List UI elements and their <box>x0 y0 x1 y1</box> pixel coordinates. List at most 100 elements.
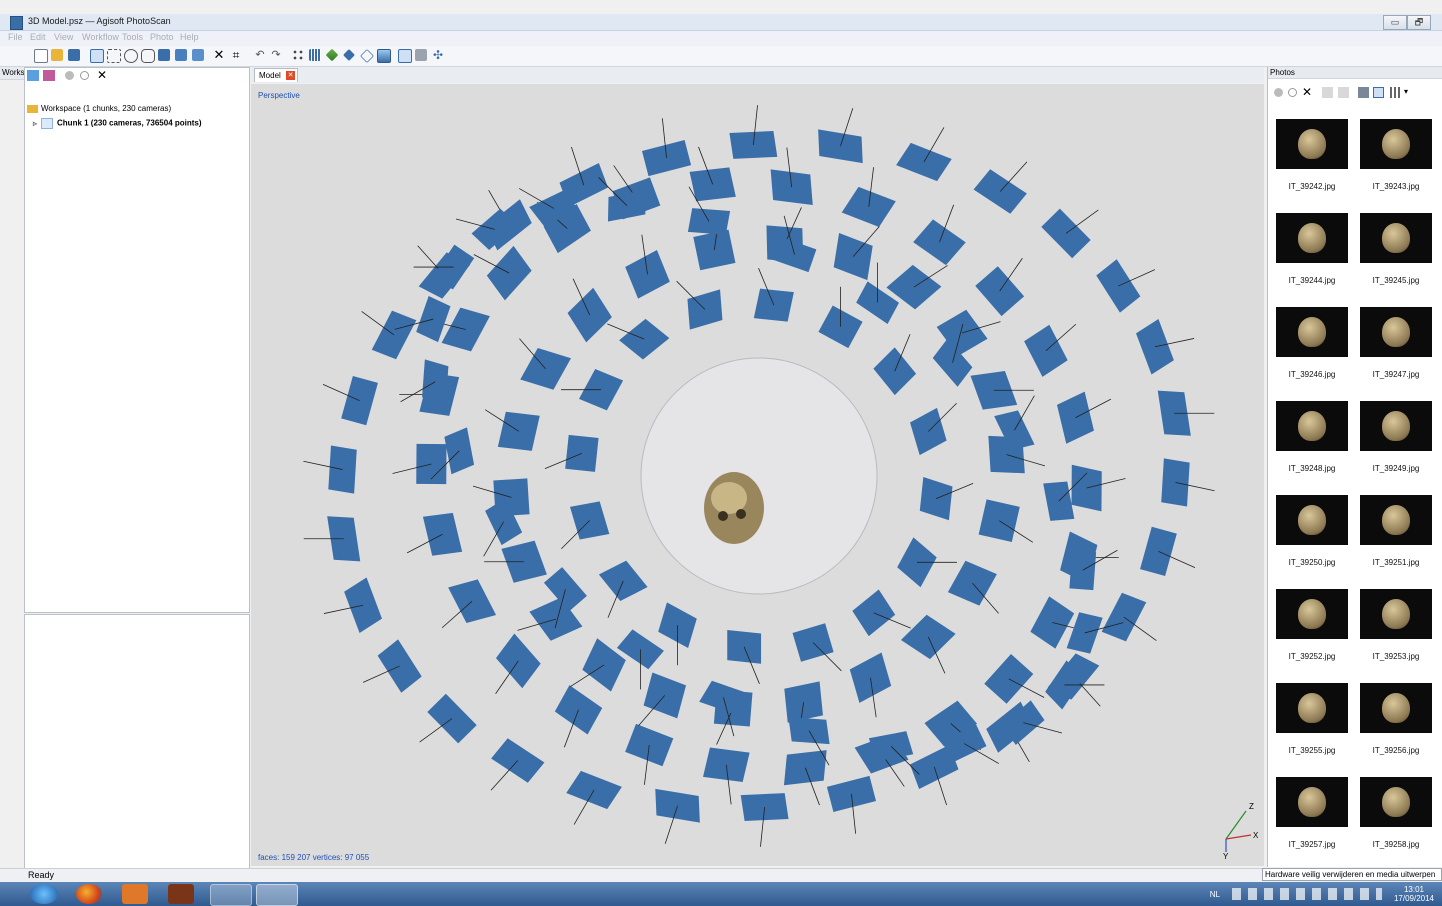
workspace-root[interactable]: Workspace (1 chunks, 230 cameras) <box>27 104 171 113</box>
view-mask-icon[interactable] <box>1358 87 1369 98</box>
photo-thumbnail[interactable] <box>1360 213 1432 263</box>
photo-thumbnail[interactable] <box>1360 307 1432 357</box>
tab-close-icon[interactable]: ✕ <box>286 71 295 80</box>
camera-plane[interactable] <box>740 793 789 821</box>
remove-icon[interactable]: ✕ <box>97 68 107 82</box>
disable-icon[interactable] <box>80 71 89 80</box>
camera-plane[interactable] <box>818 129 863 164</box>
menu-edit[interactable]: Edit <box>30 32 46 42</box>
camera-plane[interactable] <box>619 318 670 360</box>
camera-plane[interactable] <box>1101 592 1147 642</box>
rotate-left-icon[interactable] <box>1322 87 1333 98</box>
rect-select-icon[interactable] <box>107 49 121 63</box>
delete-icon[interactable]: ✕ <box>213 48 225 61</box>
new-icon[interactable] <box>34 49 48 63</box>
photo-thumbnail[interactable] <box>1276 213 1348 263</box>
crop-icon[interactable]: ⌗ <box>230 49 242 61</box>
photo-thumbnail[interactable] <box>1276 119 1348 169</box>
clock[interactable]: 13:01 17/09/2014 <box>1394 885 1434 903</box>
save-icon[interactable] <box>68 49 80 61</box>
camera-plane[interactable] <box>693 229 736 271</box>
photo-thumbnail[interactable] <box>1276 401 1348 451</box>
menu-file[interactable]: File <box>8 32 23 42</box>
start-button-icon[interactable] <box>30 884 58 904</box>
camera-plane[interactable] <box>641 139 692 177</box>
photo-thumbnail[interactable] <box>1360 495 1432 545</box>
enable-camera-icon[interactable] <box>1274 88 1283 97</box>
wireframe-model-icon[interactable] <box>360 49 374 63</box>
bridge-icon[interactable] <box>168 884 194 904</box>
camera-plane[interactable] <box>371 310 417 360</box>
minimize-button[interactable]: ▭ <box>1383 15 1407 30</box>
camera-plane[interactable] <box>566 770 622 810</box>
region-sphere[interactable] <box>640 357 878 595</box>
tab-model[interactable]: Model ✕ <box>254 68 298 82</box>
dense-cloud-icon[interactable] <box>309 49 321 61</box>
thumbnail-view-icon[interactable] <box>1373 87 1384 98</box>
photo-thumbnail[interactable] <box>1276 777 1348 827</box>
photo-thumbnail[interactable] <box>1360 777 1432 827</box>
menu-view[interactable]: View <box>54 32 73 42</box>
free-select-icon[interactable] <box>141 49 155 63</box>
add-photos-icon[interactable] <box>43 70 55 81</box>
tray-icons[interactable] <box>1232 888 1382 900</box>
add-chunk-icon[interactable] <box>27 70 39 81</box>
move-object-icon[interactable] <box>158 49 170 61</box>
point-cloud-icon[interactable] <box>292 49 304 61</box>
explorer-icon[interactable] <box>210 884 252 906</box>
show-region-icon[interactable] <box>415 49 427 61</box>
model-viewport[interactable]: Perspective faces: 159 207 vertices: 97 … <box>251 84 1264 866</box>
textured-model-icon[interactable] <box>377 49 391 63</box>
menu-tools[interactable]: Tools <box>122 32 143 42</box>
camera-plane[interactable] <box>896 142 952 182</box>
camera-plane[interactable] <box>625 250 670 299</box>
solid-model-icon[interactable] <box>343 49 355 61</box>
photo-thumbnail[interactable] <box>1360 401 1432 451</box>
undo-icon[interactable]: ↶ <box>254 49 266 61</box>
details-view-icon[interactable] <box>1390 87 1401 98</box>
photo-thumbnail[interactable] <box>1276 495 1348 545</box>
photo-thumbnail[interactable] <box>1360 119 1432 169</box>
camera-plane[interactable] <box>416 443 447 485</box>
dropdown-arrow-icon[interactable]: ▾ <box>1404 87 1408 96</box>
firefox-icon[interactable] <box>76 884 102 904</box>
restore-button[interactable]: 🗗 <box>1407 15 1431 30</box>
shaded-model-icon[interactable] <box>325 48 339 62</box>
circle-select-icon[interactable] <box>124 49 138 63</box>
disable-camera-icon[interactable] <box>1288 88 1297 97</box>
camera-plane[interactable] <box>625 723 674 767</box>
show-cameras-icon[interactable] <box>398 49 412 63</box>
outlook-icon[interactable] <box>122 884 148 904</box>
camera-plane[interactable] <box>687 208 731 235</box>
photo-thumbnail[interactable] <box>1276 307 1348 357</box>
photo-thumbnail[interactable] <box>1276 589 1348 639</box>
camera-plane[interactable] <box>1066 612 1103 654</box>
menu-workflow[interactable]: Workflow <box>82 32 119 42</box>
rotate-right-icon[interactable] <box>1338 87 1349 98</box>
photoscan-task-icon[interactable] <box>256 884 298 906</box>
resize-region-icon[interactable] <box>192 49 204 61</box>
reset-view-icon[interactable]: ✣ <box>432 49 444 61</box>
chunk-1-item[interactable]: ▹ Chunk 1 (230 cameras, 736504 points) <box>33 118 202 129</box>
camera-plane[interactable] <box>973 169 1027 214</box>
camera-plane[interactable] <box>598 560 648 601</box>
camera-plane[interactable] <box>770 169 813 206</box>
language-indicator[interactable]: NL <box>1210 890 1220 899</box>
camera-plane[interactable] <box>1140 526 1177 577</box>
expand-arrow-icon[interactable]: ▹ <box>33 119 37 128</box>
navigation-icon[interactable] <box>90 49 104 63</box>
enable-icon[interactable] <box>65 71 74 80</box>
photo-thumbnail[interactable] <box>1360 589 1432 639</box>
rotate-object-icon[interactable] <box>175 49 187 61</box>
open-icon[interactable] <box>51 49 63 61</box>
camera-plane[interactable] <box>341 375 378 426</box>
camera-plane[interactable] <box>328 445 357 494</box>
photo-thumbnail[interactable] <box>1360 683 1432 733</box>
remove-camera-icon[interactable]: ✕ <box>1302 85 1312 99</box>
menu-help[interactable]: Help <box>180 32 199 42</box>
camera-plane[interactable] <box>344 577 382 633</box>
redo-icon[interactable]: ↷ <box>270 49 282 61</box>
camera-plane[interactable] <box>427 693 477 744</box>
photo-thumbnail[interactable] <box>1276 683 1348 733</box>
menu-photo[interactable]: Photo <box>150 32 174 42</box>
